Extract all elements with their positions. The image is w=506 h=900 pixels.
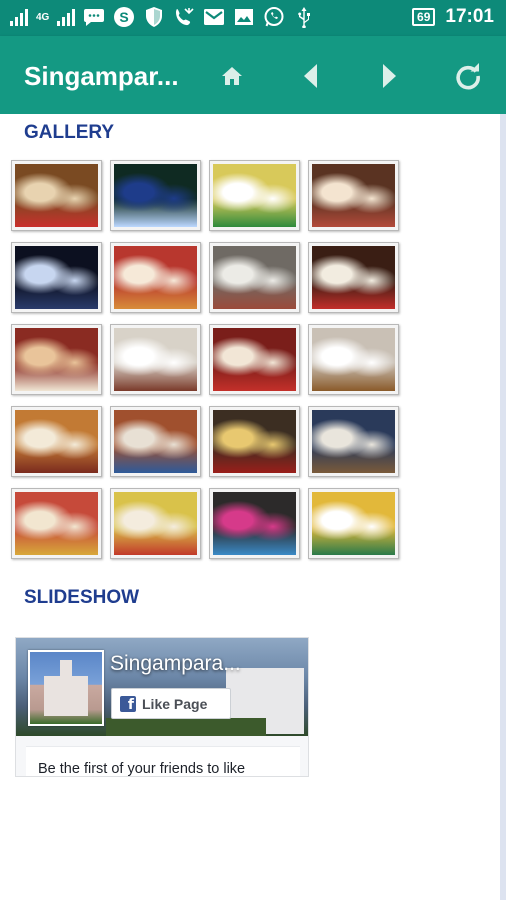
clock: 17:01 xyxy=(445,6,494,27)
gallery-photo xyxy=(15,410,98,473)
gallery-photo xyxy=(213,410,296,473)
gallery-thumbnail[interactable] xyxy=(11,242,102,313)
gallery-notification-icon xyxy=(233,6,255,28)
gallery-thumbnail[interactable] xyxy=(209,160,300,231)
gallery-photo xyxy=(15,246,98,309)
facebook-page-widget[interactable]: Singampara... f Like Page Be the first o… xyxy=(15,637,309,777)
gallery-thumbnail[interactable] xyxy=(308,324,399,395)
gallery-thumbnail[interactable] xyxy=(209,324,300,395)
gallery-thumbnail[interactable] xyxy=(110,324,201,395)
gallery-thumbnail[interactable] xyxy=(110,406,201,477)
gallery-photo xyxy=(213,328,296,391)
gallery-thumbnail[interactable] xyxy=(110,242,201,313)
gallery-thumbnail[interactable] xyxy=(11,160,102,231)
home-icon xyxy=(222,67,242,85)
facebook-icon: f xyxy=(120,695,136,712)
gallery-photo xyxy=(15,164,98,227)
skype-icon: S xyxy=(113,6,135,28)
gallery-grid xyxy=(11,160,399,559)
gallery-photo xyxy=(312,164,395,227)
signal-strength-2-icon xyxy=(57,8,76,26)
gallery-thumbnail[interactable] xyxy=(308,160,399,231)
app-bar: Singampar... xyxy=(0,36,506,114)
back-arrow-icon xyxy=(304,64,317,88)
gallery-photo xyxy=(312,328,395,391)
forward-arrow-icon xyxy=(383,64,396,88)
friends-like-text: Be the first of your friends to like xyxy=(38,761,246,777)
gallery-photo xyxy=(312,410,395,473)
whatsapp-icon xyxy=(263,6,285,28)
gallery-photo xyxy=(114,410,197,473)
usb-icon xyxy=(293,6,315,28)
gallery-photo xyxy=(114,328,197,391)
gallery-photo xyxy=(114,246,197,309)
gallery-photo xyxy=(312,246,395,309)
gmail-icon xyxy=(203,6,225,28)
forward-button[interactable] xyxy=(374,60,406,92)
status-bar: 4G S 69 17:01 xyxy=(0,0,506,36)
battery-indicator: 69 xyxy=(412,8,436,26)
gallery-photo xyxy=(312,492,395,555)
shield-icon xyxy=(143,6,165,28)
signal-strength-icon xyxy=(10,8,28,26)
gallery-photo xyxy=(15,492,98,555)
missed-call-icon xyxy=(173,6,195,28)
gallery-photo xyxy=(213,492,296,555)
gallery-thumbnail[interactable] xyxy=(110,488,201,559)
gallery-thumbnail[interactable] xyxy=(209,488,300,559)
gallery-photo xyxy=(213,246,296,309)
network-type-label: 4G xyxy=(36,11,50,23)
gallery-thumbnail[interactable] xyxy=(308,406,399,477)
gallery-photo xyxy=(15,328,98,391)
gallery-photo xyxy=(114,492,197,555)
content-edge xyxy=(500,114,506,900)
slideshow-heading: SLIDESHOW xyxy=(24,587,140,608)
gallery-thumbnail[interactable] xyxy=(110,160,201,231)
gallery-thumbnail[interactable] xyxy=(11,324,102,395)
gallery-photo xyxy=(114,164,197,227)
gallery-thumbnail[interactable] xyxy=(11,488,102,559)
messages-icon xyxy=(83,6,105,28)
gallery-thumbnail[interactable] xyxy=(209,242,300,313)
facebook-profile-picture[interactable] xyxy=(28,650,104,726)
home-button[interactable] xyxy=(216,60,248,92)
svg-text:S: S xyxy=(120,9,129,25)
like-page-label: Like Page xyxy=(142,695,208,712)
facebook-page-name[interactable]: Singampara... xyxy=(110,652,241,676)
page-title: Singampar... xyxy=(24,61,179,91)
gallery-thumbnail[interactable] xyxy=(308,242,399,313)
gallery-thumbnail[interactable] xyxy=(308,488,399,559)
gallery-thumbnail[interactable] xyxy=(209,406,300,477)
refresh-icon xyxy=(456,63,480,90)
like-page-button[interactable]: f Like Page xyxy=(111,688,231,719)
facebook-friends-box: Be the first of your friends to like xyxy=(26,746,300,777)
gallery-photo xyxy=(213,164,296,227)
gallery-heading: GALLERY xyxy=(24,122,115,143)
gallery-thumbnail[interactable] xyxy=(11,406,102,477)
back-button[interactable] xyxy=(294,60,326,92)
refresh-button[interactable] xyxy=(452,60,484,92)
